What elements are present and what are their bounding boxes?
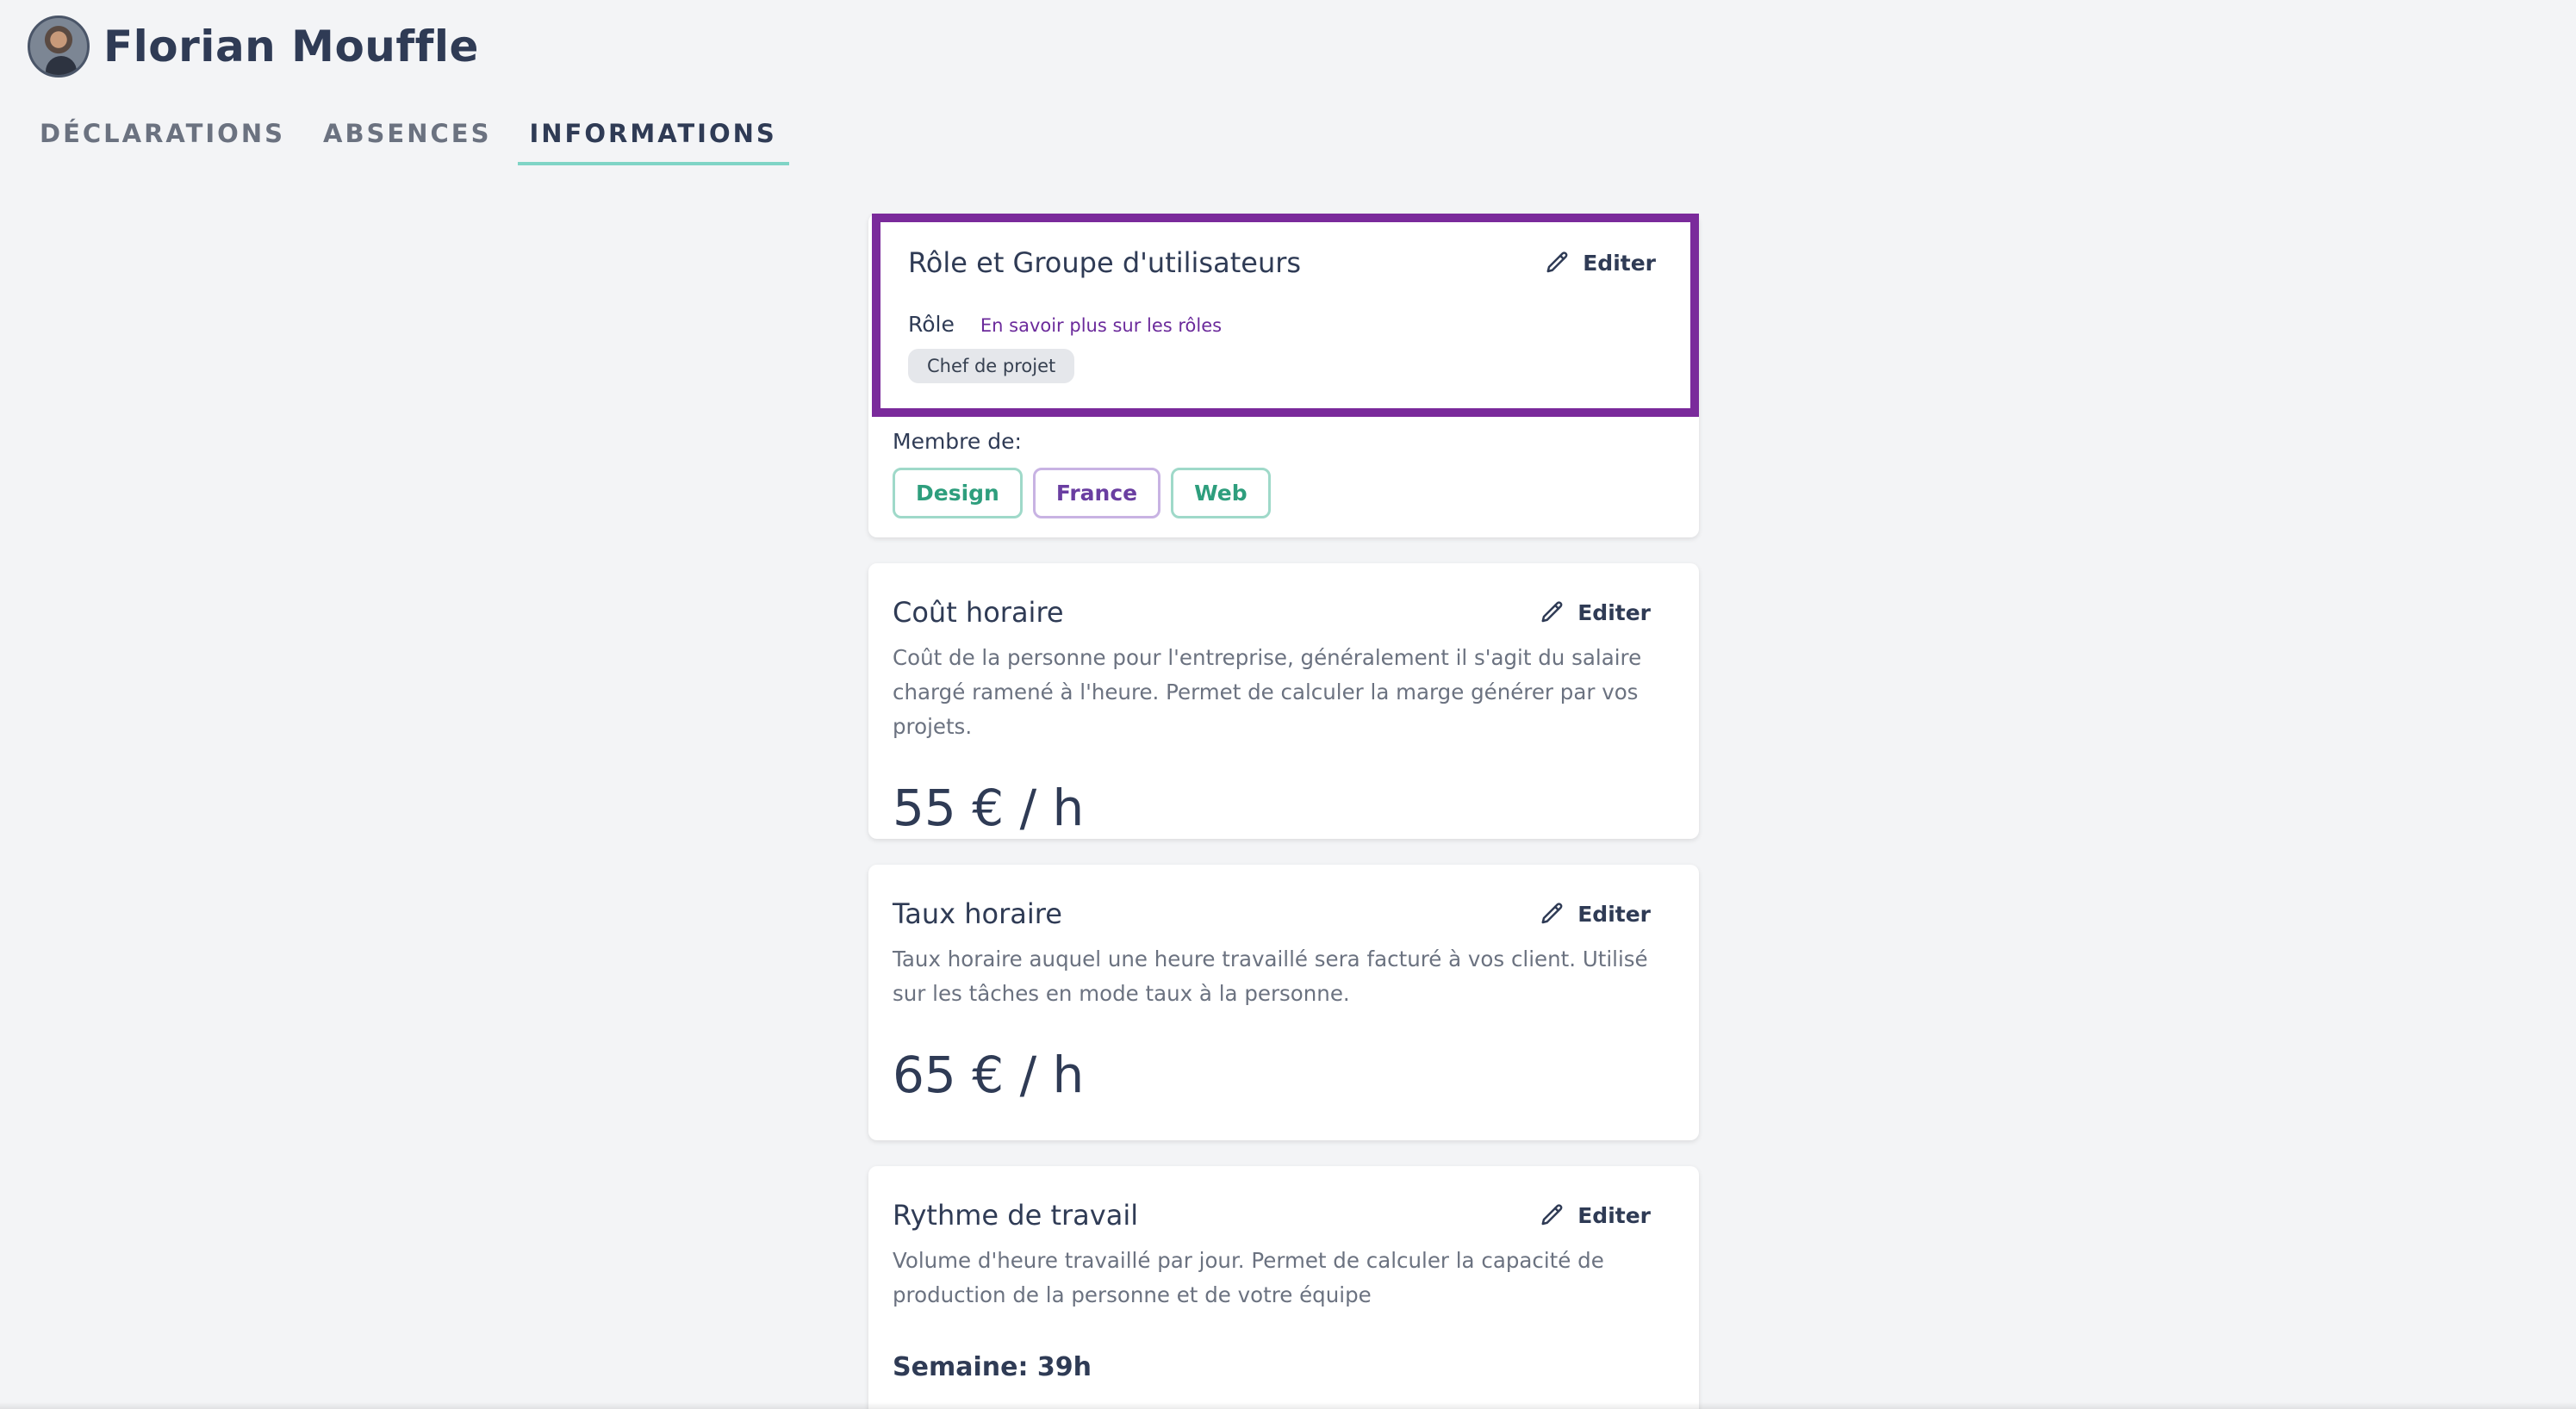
rate-card-header: Taux horaire Editer — [893, 897, 1651, 930]
pencil-icon — [1541, 601, 1563, 623]
cost-card-title: Coût horaire — [893, 596, 1064, 629]
tab-bar: DÉCLARATIONS ABSENCES INFORMATIONS — [28, 110, 803, 165]
role-card-header: Rôle et Groupe d'utilisateurs Editer — [908, 246, 1656, 279]
rhythm-description: Volume d'heure travaillé par jour. Perme… — [893, 1248, 1604, 1307]
cards-column: Rôle et Groupe d'utilisateurs Editer Rôl… — [868, 214, 1699, 1409]
cost-edit-label: Editer — [1577, 599, 1651, 625]
rate-description: Taux horaire auquel une heure travaillé … — [893, 947, 1648, 1006]
user-name: Florian Mouffle — [103, 22, 479, 71]
role-group-card: Rôle et Groupe d'utilisateurs Editer Rôl… — [868, 214, 1699, 537]
cost-edit-button[interactable]: Editer — [1540, 599, 1651, 625]
role-card-title: Rôle et Groupe d'utilisateurs — [908, 246, 1302, 279]
hourly-rate-card: Taux horaire Editer Taux horaire auquel … — [868, 865, 1699, 1140]
group-tag-france[interactable]: France — [1032, 468, 1161, 518]
rhythm-edit-button[interactable]: Editer — [1540, 1202, 1651, 1228]
member-section: Membre de: Design France Web — [893, 417, 1281, 518]
tab-absences[interactable]: ABSENCES — [311, 110, 504, 165]
cost-card-header: Coût horaire Editer — [893, 596, 1651, 629]
cost-description: Coût de la personne pour l'entreprise, g… — [893, 645, 1642, 739]
rate-value: 65 € / h — [893, 1046, 1085, 1104]
group-list: Design France Web — [893, 468, 1281, 518]
profile-header: Florian Mouffle — [28, 16, 479, 78]
hourly-cost-card: Coût horaire Editer Coût de la personne … — [868, 563, 1699, 839]
tab-declarations[interactable]: DÉCLARATIONS — [28, 110, 297, 165]
cost-value: 55 € / h — [893, 779, 1085, 837]
work-rhythm-card: Rythme de travail Editer Volume d'heure … — [868, 1166, 1699, 1409]
role-edit-button[interactable]: Editer — [1545, 250, 1656, 276]
role-label: Rôle — [908, 312, 955, 337]
rhythm-edit-label: Editer — [1577, 1202, 1651, 1228]
group-tag-design[interactable]: Design — [893, 468, 1023, 518]
role-badge: Chef de projet — [908, 349, 1075, 383]
role-highlight-box: Rôle et Groupe d'utilisateurs Editer Rôl… — [872, 214, 1699, 417]
pencil-icon — [1541, 903, 1563, 924]
avatar — [28, 16, 90, 78]
bottom-shadow — [0, 1402, 2576, 1409]
page: Florian Mouffle DÉCLARATIONS ABSENCES IN… — [0, 0, 2576, 1409]
role-edit-label: Editer — [1583, 250, 1656, 276]
tab-informations[interactable]: INFORMATIONS — [517, 110, 789, 165]
pencil-icon — [1541, 1204, 1563, 1226]
roles-info-link[interactable]: En savoir plus sur les rôles — [980, 315, 1222, 336]
group-tag-web[interactable]: Web — [1171, 468, 1271, 518]
rate-edit-label: Editer — [1577, 901, 1651, 927]
rate-edit-button[interactable]: Editer — [1540, 901, 1651, 927]
member-label: Membre de: — [893, 429, 1022, 454]
pencil-icon — [1546, 251, 1568, 273]
weekly-hours: Semaine: 39h — [893, 1352, 1092, 1382]
rate-card-title: Taux horaire — [893, 897, 1062, 930]
rhythm-card-title: Rythme de travail — [893, 1199, 1139, 1232]
rhythm-card-header: Rythme de travail Editer — [893, 1199, 1651, 1232]
role-line: Rôle En savoir plus sur les rôles — [908, 312, 1656, 337]
